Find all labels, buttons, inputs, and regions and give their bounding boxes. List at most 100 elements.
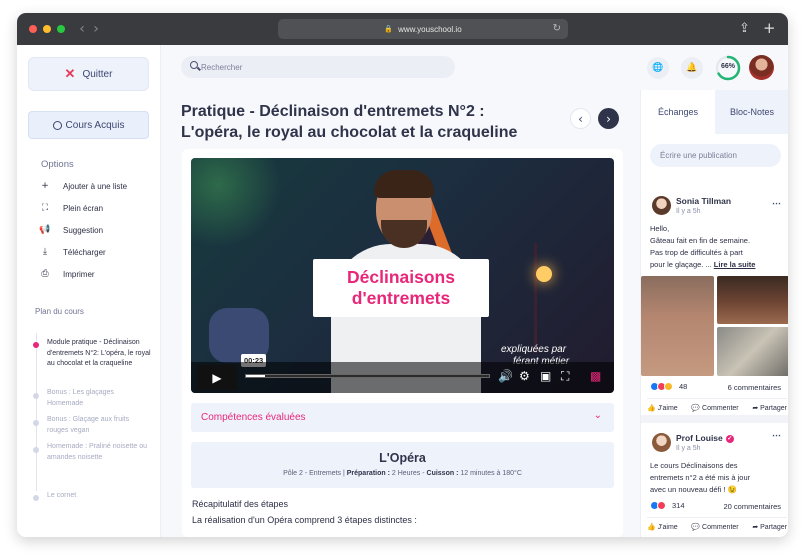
browser-toolbar: ‹ › 🔒 www.youschool.io ↻ ⇪ + bbox=[17, 13, 788, 45]
next-lesson-button[interactable]: › bbox=[598, 108, 619, 129]
option-add-to-list[interactable]: + Ajouter à une liste bbox=[39, 181, 127, 191]
megaphone-icon: 📢 bbox=[39, 225, 51, 235]
post-photo[interactable] bbox=[717, 327, 788, 376]
post-author[interactable]: Prof Louise ✓ bbox=[676, 433, 734, 443]
chevron-down-icon: ⌄ bbox=[593, 410, 602, 421]
reload-icon[interactable]: ↻ bbox=[553, 23, 561, 34]
comments-count[interactable]: 20 commentaires bbox=[721, 502, 781, 511]
video-title-card: Déclinaisons d'entremets bbox=[313, 259, 489, 317]
share-button[interactable]: ➦ Partager bbox=[752, 523, 787, 531]
post-time: Il y a 5h bbox=[676, 208, 701, 215]
new-tab-icon[interactable]: + bbox=[763, 19, 776, 37]
post-photo[interactable] bbox=[641, 276, 714, 376]
lesson-main: Rechercher Pratique - Déclinaison d'entr… bbox=[162, 45, 639, 537]
more-options-icon[interactable]: ⋯ bbox=[772, 430, 781, 441]
video-subtitle: expliquées par bbox=[501, 344, 567, 355]
course-plan-title: Plan du cours bbox=[35, 307, 84, 316]
post-reactions[interactable]: 314 bbox=[650, 501, 685, 510]
option-suggestion[interactable]: 📢 Suggestion bbox=[39, 225, 103, 235]
share-icon[interactable]: ⇪ bbox=[739, 21, 750, 36]
video-controls: ▶ 🔊 ⚙ ▣ ⛶ ▩ bbox=[191, 362, 614, 393]
post-time: Il y a 5h bbox=[676, 445, 701, 452]
post-author[interactable]: Sonia Tillman bbox=[676, 196, 731, 206]
video-progress-bar[interactable] bbox=[245, 374, 490, 378]
plan-dot bbox=[33, 393, 39, 399]
acquired-course-button[interactable]: Cours Acquis bbox=[28, 111, 149, 139]
url-text: www.youschool.io bbox=[398, 24, 462, 34]
course-sidebar: ✕ Quitter Cours Acquis Options + Ajouter… bbox=[17, 45, 161, 537]
plan-active-dot bbox=[33, 342, 39, 348]
progress-label: 66% bbox=[720, 63, 735, 70]
quit-button[interactable]: ✕ Quitter bbox=[28, 57, 149, 91]
share-button[interactable]: ➦ Partager bbox=[752, 404, 787, 412]
publish-input[interactable]: Écrire une publication bbox=[650, 144, 781, 167]
comment-button[interactable]: 💬 Commenter bbox=[691, 404, 738, 412]
recipe-summary: L'Opéra Pôle 2 - Entremets | Préparation… bbox=[191, 442, 614, 488]
user-avatar[interactable] bbox=[749, 55, 774, 80]
competences-accordion[interactable]: Compétences évaluées ⌄ bbox=[191, 403, 614, 432]
plan-item-opera[interactable]: Module pratique - Déclinaison d'entremet… bbox=[47, 338, 152, 370]
lamp-light bbox=[536, 266, 552, 282]
video-player[interactable]: Déclinaisons d'entremets expliquées par … bbox=[191, 158, 614, 393]
post-actions: 👍 J'aime 💬 Commenter ➦ Partager bbox=[647, 398, 787, 412]
plan-item-cornet[interactable]: Le cornet bbox=[47, 491, 152, 502]
bell-icon[interactable]: 🔔 bbox=[681, 57, 703, 79]
wow-reaction-icon bbox=[664, 382, 673, 391]
option-download[interactable]: ⤓ Télécharger bbox=[39, 247, 106, 257]
comment-button[interactable]: 💬 Commenter bbox=[691, 523, 738, 531]
search-input[interactable]: Rechercher bbox=[181, 56, 455, 78]
option-print[interactable]: ⎙ Imprimer bbox=[39, 269, 94, 279]
plan-dot bbox=[33, 495, 39, 501]
post-reactions[interactable]: 48 bbox=[650, 382, 687, 391]
post-actions: 👍 J'aime 💬 Commenter ➦ Partager bbox=[647, 517, 787, 531]
settings-gear-icon[interactable]: ⚙ bbox=[519, 369, 530, 383]
community-panel: Échanges Bloc-Notes Écrire une publicati… bbox=[640, 90, 788, 537]
love-reaction-icon bbox=[657, 501, 666, 510]
post-photo[interactable] bbox=[717, 276, 788, 324]
plus-icon: + bbox=[41, 181, 49, 191]
close-icon: ✕ bbox=[64, 66, 76, 81]
close-window-button[interactable] bbox=[29, 25, 37, 33]
read-more-link[interactable]: Lire la suite bbox=[714, 260, 756, 269]
plan-item-glacages[interactable]: Bonus : Les glaçages Homemade bbox=[47, 388, 152, 409]
play-icon: ▶ bbox=[212, 370, 222, 385]
post-text: Le cours Déclinaisons des entremets n°2 … bbox=[650, 461, 751, 494]
forward-arrow-icon[interactable]: › bbox=[91, 21, 101, 37]
recap-title: Récapitulatif des étapes bbox=[192, 499, 289, 509]
plan-item-praline[interactable]: Homemade : Praliné noisette ou amandes n… bbox=[47, 442, 152, 463]
lesson-card: Déclinaisons d'entremets expliquées par … bbox=[182, 149, 623, 537]
more-options-icon[interactable]: ⋯ bbox=[772, 198, 781, 209]
browser-window: ‹ › 🔒 www.youschool.io ↻ ⇪ + ✕ Quitter C… bbox=[17, 13, 788, 537]
back-arrow-icon[interactable]: ‹ bbox=[77, 21, 87, 37]
recipe-details: Pôle 2 - Entremets | Préparation : 2 Heu… bbox=[283, 470, 522, 477]
comments-count[interactable]: 6 commentaires bbox=[721, 383, 781, 392]
print-icon: ⎙ bbox=[41, 269, 49, 279]
maximize-window-button[interactable] bbox=[57, 25, 65, 33]
play-button[interactable]: ▶ bbox=[197, 365, 237, 390]
options-title: Options bbox=[41, 159, 74, 170]
tab-notes[interactable]: Bloc-Notes bbox=[715, 90, 788, 134]
previous-lesson-button[interactable]: ‹ bbox=[570, 108, 591, 129]
globe-icon[interactable]: 🌐 bbox=[647, 57, 669, 79]
fullscreen-icon[interactable]: ⛶ bbox=[561, 369, 569, 384]
address-bar[interactable]: 🔒 www.youschool.io ↻ bbox=[278, 19, 568, 39]
lock-icon: 🔒 bbox=[384, 26, 394, 33]
verified-badge-icon: ✓ bbox=[725, 435, 734, 443]
volume-icon[interactable]: 🔊 bbox=[498, 369, 513, 383]
post-text: Hello, Gâteau fait en fin de semaine. Pa… bbox=[650, 224, 756, 269]
picture-in-picture-icon[interactable]: ▣ bbox=[540, 369, 551, 383]
tab-exchanges[interactable]: Échanges bbox=[641, 90, 715, 134]
like-button[interactable]: 👍 J'aime bbox=[647, 404, 678, 412]
recap-text: La réalisation d'un Opéra comprend 3 éta… bbox=[192, 515, 417, 525]
plan-dot bbox=[33, 420, 39, 426]
fullscreen-icon: ⛶ bbox=[41, 203, 49, 213]
option-fullscreen[interactable]: ⛶ Plein écran bbox=[39, 203, 103, 213]
minimize-window-button[interactable] bbox=[43, 25, 51, 33]
kitchen-shelf bbox=[534, 243, 604, 353]
recipe-name: L'Opéra bbox=[379, 451, 426, 465]
avatar bbox=[652, 433, 671, 452]
like-button[interactable]: 👍 J'aime bbox=[647, 523, 678, 531]
plan-item-glacage-vegan[interactable]: Bonus : Glaçage aux fruits rouges vegan bbox=[47, 415, 152, 436]
brand-logo-icon: ▩ bbox=[590, 369, 602, 383]
circle-icon bbox=[52, 120, 62, 130]
